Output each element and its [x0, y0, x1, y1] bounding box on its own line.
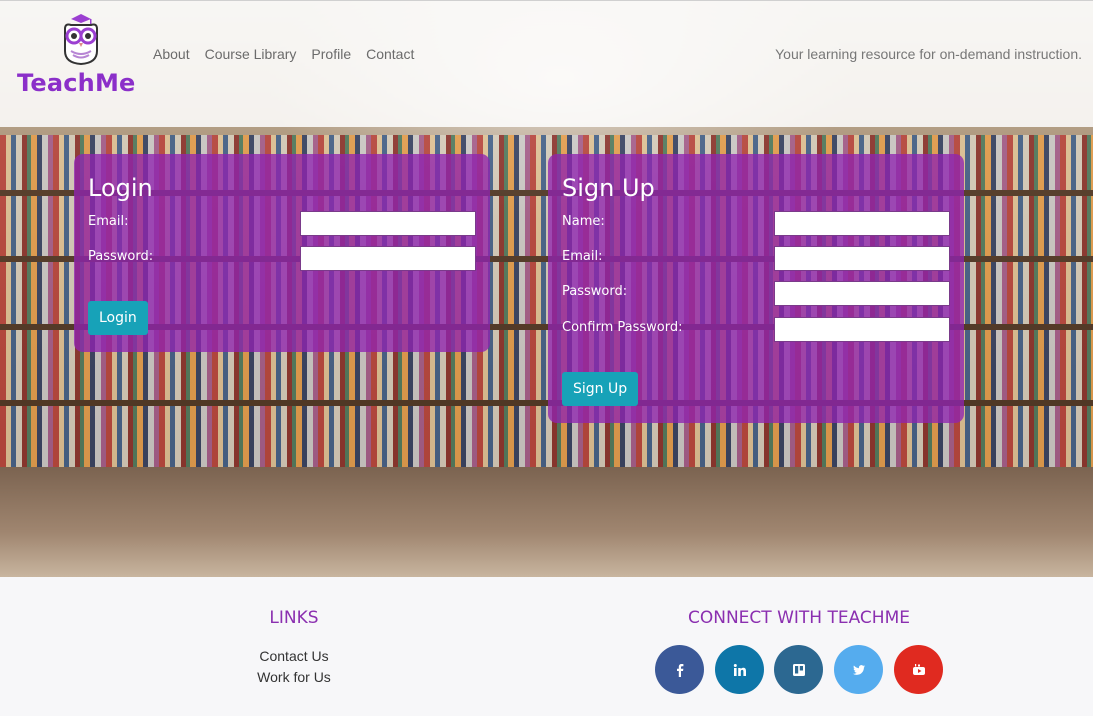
login-email-row: Email: [88, 211, 476, 237]
login-email-label: Email: [88, 214, 129, 229]
footer-link-work-for-us[interactable]: Work for Us [194, 669, 394, 685]
login-password-input[interactable] [300, 246, 476, 271]
signup-password-label: Password: [562, 284, 628, 299]
signup-confirm-password-row: Confirm Password: [562, 317, 950, 343]
login-button[interactable]: Login [88, 301, 148, 335]
signup-password-row: Password: [562, 281, 950, 307]
signup-confirm-password-label: Confirm Password: [562, 320, 683, 335]
connect-title: CONNECT WITH TEACHME [688, 608, 910, 628]
nav-about[interactable]: About [153, 46, 190, 62]
login-password-label: Password: [88, 249, 154, 264]
tagline: Your learning resource for on-demand ins… [775, 46, 1082, 62]
signup-name-label: Name: [562, 214, 605, 229]
twitter-icon [852, 664, 865, 675]
signup-name-row: Name: [562, 211, 950, 237]
trello-button[interactable] [774, 645, 823, 694]
trello-icon [792, 663, 805, 676]
login-email-input[interactable] [300, 211, 476, 236]
signup-confirm-password-input[interactable] [774, 317, 950, 342]
facebook-icon [676, 663, 683, 677]
facebook-button[interactable] [655, 645, 704, 694]
nav-course-library[interactable]: Course Library [205, 46, 297, 62]
nav-contact[interactable]: Contact [366, 46, 414, 62]
footer-link-contact-us[interactable]: Contact Us [194, 648, 394, 664]
logo[interactable]: TeachMe [17, 11, 142, 101]
linkedin-button[interactable] [715, 645, 764, 694]
signup-panel: Sign Up Name: Email: Password: Confirm P… [548, 154, 964, 423]
login-password-row: Password: [88, 246, 476, 272]
youtube-icon [912, 663, 925, 675]
main-nav: About Course Library Profile Contact [153, 46, 429, 62]
youtube-button[interactable] [894, 645, 943, 694]
site-header: TeachMe About Course Library Profile Con… [0, 0, 1093, 127]
linkedin-icon [733, 663, 746, 676]
site-footer: LINKS Contact Us Work for Us CONNECT WIT… [0, 577, 1093, 716]
signup-password-input[interactable] [774, 281, 950, 306]
login-panel: Login Email: Password: Login [74, 154, 490, 352]
links-title: LINKS [269, 608, 319, 628]
signup-email-label: Email: [562, 249, 603, 264]
owl-icon [64, 14, 98, 66]
signup-email-input[interactable] [774, 246, 950, 271]
nav-profile[interactable]: Profile [311, 46, 351, 62]
login-title: Login [88, 174, 153, 202]
signup-name-input[interactable] [774, 211, 950, 236]
signup-title: Sign Up [562, 174, 655, 202]
brand-name: TeachMe [17, 69, 136, 97]
twitter-button[interactable] [834, 645, 883, 694]
signup-button[interactable]: Sign Up [562, 372, 639, 406]
signup-email-row: Email: [562, 246, 950, 272]
